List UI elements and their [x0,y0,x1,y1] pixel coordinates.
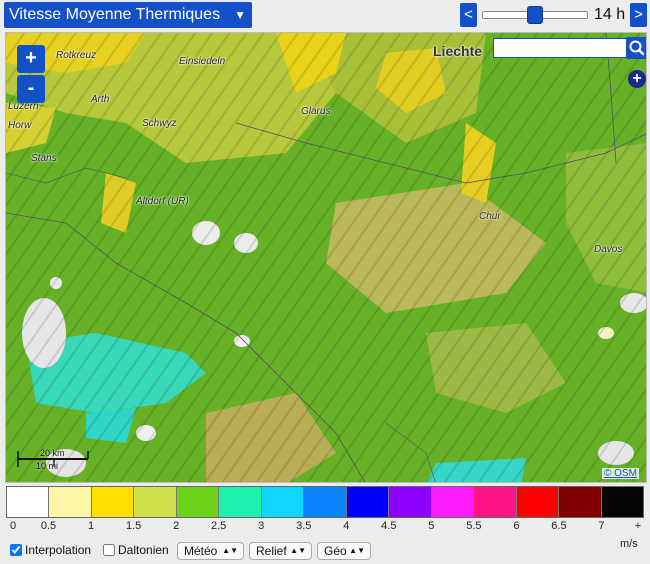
legend-tick-label: 4.5 [381,520,397,532]
legend-swatch [389,487,432,517]
hour-slider-thumb[interactable] [527,6,543,24]
updown-arrows-icon: ▲▼ [290,546,306,555]
interpolation-checkbox[interactable] [10,544,22,556]
layer-select-label: Vitesse Moyenne Thermiques [9,6,221,23]
legend-swatch [134,487,177,517]
geo-dropdown[interactable]: Géo ▲▼ [317,542,371,560]
hour-slider[interactable] [482,6,588,24]
legend-ticks: 0 0.5 1 1.5 2 2.5 3 3.5 4 4.5 5 5.5 6 6.5 7 + [0,520,650,534]
previous-hour-button[interactable]: < [460,3,477,27]
legend-unit: m/s [620,538,638,550]
updown-arrows-icon: ▲▼ [349,546,365,555]
place-label: Davos [594,244,623,255]
interpolation-label: Interpolation [25,543,92,557]
app-window: Vitesse Moyenne Thermiques ▼ < 14 h > Ro… [0,0,650,564]
hour-label: 14 h [594,6,626,23]
place-label: Schwyz [142,118,177,129]
legend-tick-label: 5 [428,520,435,532]
place-label: Arth [91,94,110,105]
legend-swatch [7,487,50,517]
legend-tick-label: 1.5 [125,520,142,532]
updown-arrows-icon: ▲▼ [222,546,238,555]
daltonien-label: Daltonien [118,543,169,557]
legend-tick-label: 7 [598,520,605,532]
legend-swatch [91,487,135,517]
legend-swatch [49,487,92,517]
place-label: Stans [31,153,57,164]
osm-attribution-link[interactable]: © OSM [602,468,639,479]
location-search-input[interactable] [493,38,627,58]
legend-tick-label: 1 [88,520,95,532]
relief-dropdown[interactable]: Relief ▲▼ [249,542,312,560]
search-button[interactable] [626,37,646,59]
place-label: Glarus [301,106,331,117]
legend-tick-label: 2 [173,520,180,532]
legend-swatch [601,487,644,517]
place-label: Liechte [433,43,483,59]
legend-tick-label: 6 [513,520,520,532]
place-label: Altdorf (UR) [136,196,189,207]
legend-swatch [176,487,220,517]
place-label: Rotkreuz [56,50,97,61]
legend-swatch [516,487,560,517]
daltonien-checkbox[interactable] [103,544,115,556]
place-label: Horw [8,120,32,131]
geo-dropdown-label: Géo [324,544,347,558]
map-view[interactable]: Rotkreuz Einsiedeln Luzern Horw Arth Sch… [5,32,647,483]
place-label: Einsiedeln [179,56,226,67]
caret-down-icon: ▼ [234,8,246,22]
legend-swatch [219,487,262,517]
legend-swatch [346,487,390,517]
layer-select[interactable]: Vitesse Moyenne Thermiques ▼ [4,2,252,28]
legend-tick-label: 0.5 [40,520,57,532]
legend-tick-label: 3 [258,520,265,532]
legend-tick-label: 0 [9,520,17,532]
next-hour-button[interactable]: > [630,3,647,27]
relief-dropdown-label: Relief [256,544,287,558]
daltonien-toggle[interactable]: Daltonien [103,543,169,557]
scale-km-label: 20 km [40,448,65,458]
legend-tick-label: 3.5 [296,520,312,532]
legend-tick-label: 4 [343,520,350,532]
place-label: Chur [479,211,501,222]
meteo-dropdown[interactable]: Météo ▲▼ [177,542,244,560]
legend-swatch [559,487,602,517]
scale-mi-label: 10 mi [36,461,59,471]
legend-swatch [431,487,475,517]
meteo-dropdown-label: Météo [184,544,218,558]
map-scale-bar: 20 km 10 mi [16,447,92,473]
zoom-out-button[interactable]: - [17,75,45,103]
expand-panel-button[interactable]: + [628,70,646,88]
legend-tick-label: 6.5 [551,520,567,532]
zoom-in-button[interactable]: + [17,45,45,73]
legend-tick-label: + [634,520,642,532]
legend-swatch [261,487,305,517]
search-icon [629,40,645,56]
legend-tick-label: 2.5 [211,520,227,532]
legend-swatch [304,487,347,517]
legend-tick-label: 5.5 [466,520,482,532]
wind-speed-legend [6,486,644,518]
legend-swatch [474,487,517,517]
interpolation-toggle[interactable]: Interpolation [10,543,91,557]
